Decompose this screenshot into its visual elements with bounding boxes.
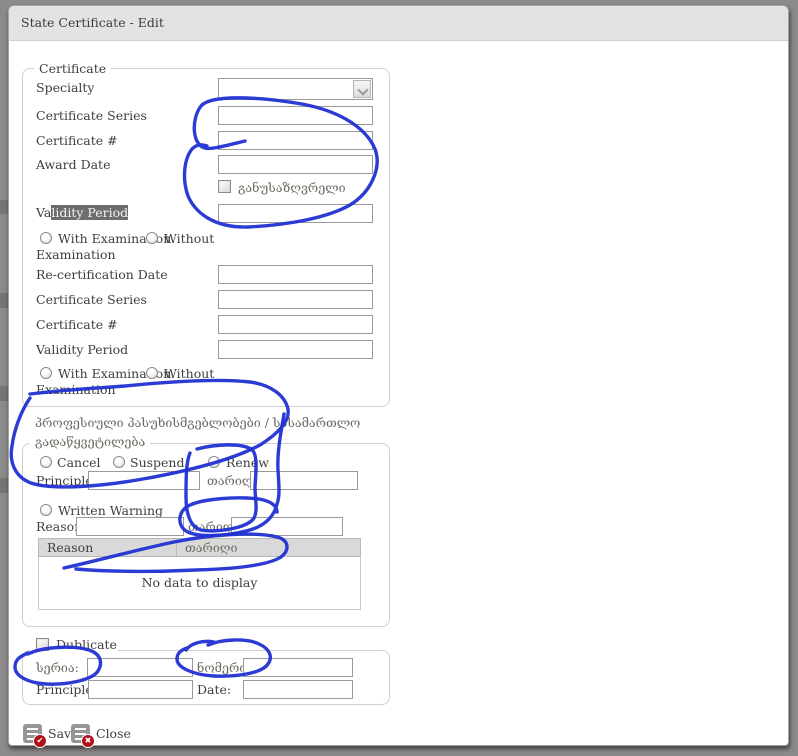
without-examination-radio[interactable]	[146, 232, 158, 244]
specialty-label: Specialty	[36, 80, 95, 95]
certificate-number2-input[interactable]	[218, 315, 373, 334]
background-row-band	[0, 293, 8, 308]
recertification-date-label: Re-certification Date	[36, 267, 168, 282]
reason-table: Reason თარიღი No data to display	[38, 538, 361, 610]
reason-input[interactable]	[76, 517, 184, 536]
with-examination-radio[interactable]	[40, 232, 52, 244]
principles-input[interactable]	[88, 471, 200, 490]
award-date-input[interactable]	[218, 155, 373, 174]
reason-table-header: Reason თარიღი	[38, 538, 361, 557]
chevron-down-icon	[357, 84, 368, 95]
written-warning-radio[interactable]	[40, 504, 52, 516]
certificate-series-input[interactable]	[218, 106, 373, 125]
validity-period-input[interactable]	[218, 204, 373, 223]
close-button-label: Close	[96, 726, 131, 741]
reason-date-input[interactable]	[231, 517, 343, 536]
certificate-legend: Certificate	[34, 61, 111, 76]
close-document-icon: ✖	[71, 724, 90, 743]
empty-table-message: No data to display	[39, 575, 360, 590]
certificate-number-label: Certificate #	[36, 133, 118, 148]
award-date-label: Award Date	[36, 157, 110, 172]
without-examination2-radio[interactable]	[146, 367, 158, 379]
duplicate-date-input[interactable]	[243, 680, 353, 699]
recertification-date-input[interactable]	[218, 265, 373, 284]
without-examination2-label: Without	[164, 366, 214, 381]
written-warning-label: Written Warning	[58, 503, 163, 518]
suspend-label: Suspend	[130, 455, 184, 470]
close-button[interactable]: ✖ Close	[71, 720, 131, 746]
without-examination2-label-wrap: Examination	[36, 382, 116, 397]
specialty-select[interactable]	[218, 78, 373, 100]
duplicate-date-label: Date:	[197, 682, 231, 697]
seria-input[interactable]	[87, 658, 193, 677]
suspend-radio[interactable]	[113, 456, 125, 468]
certificate-number2-label: Certificate #	[36, 317, 118, 332]
save-document-icon: ✔	[23, 724, 42, 743]
date-column-header[interactable]: თარიღი	[176, 539, 238, 556]
certificate-series2-input[interactable]	[218, 290, 373, 309]
validity-period2-label: Validity Period	[36, 342, 128, 357]
seria-label: სერია:	[36, 660, 79, 675]
principles-date-input[interactable]	[250, 471, 358, 490]
validity-period2-input[interactable]	[218, 340, 373, 359]
certificate-series2-label: Certificate Series	[36, 292, 147, 307]
with-examination2-radio[interactable]	[40, 367, 52, 379]
nomeri-input[interactable]	[243, 658, 353, 677]
certificate-series-label: Certificate Series	[36, 108, 147, 123]
close-x-icon: ✖	[81, 734, 95, 748]
background-row-band	[0, 200, 8, 214]
duplicate-principles-input[interactable]	[88, 680, 193, 699]
dialog-title: State Certificate - Edit	[21, 15, 164, 30]
without-examination-label-wrap: Examination	[36, 247, 116, 262]
renew-label: Renew	[226, 455, 269, 470]
cancel-label: Cancel	[57, 455, 100, 470]
without-examination-label: Without	[164, 231, 214, 246]
renew-radio[interactable]	[208, 456, 220, 468]
duplicate-label: Dublicate	[56, 637, 117, 652]
validity-label-plain: Va	[36, 205, 51, 220]
reason-table-body: No data to display	[38, 557, 361, 610]
dialog-title-bar[interactable]: State Certificate - Edit	[9, 6, 788, 41]
indefinite-label: განუსაზღვრელი	[238, 180, 346, 195]
validity-period-label: Validity Period	[36, 205, 128, 220]
save-check-icon: ✔	[33, 734, 47, 748]
duplicate-checkbox[interactable]	[36, 638, 49, 651]
page-background: State Certificate - Edit Certificate Spe…	[0, 0, 798, 756]
liability-legend-line2: გადაწყვეტილება	[30, 434, 150, 449]
background-row-band	[0, 386, 8, 401]
liability-legend-line1: პროფესიული პასუხისმგებლობები / სასამართლ…	[35, 415, 360, 430]
cancel-radio[interactable]	[40, 456, 52, 468]
reason-column-header[interactable]: Reason	[47, 540, 93, 556]
dropdown-button[interactable]	[353, 80, 371, 98]
validity-label-selected-text: lidity Period	[51, 205, 128, 220]
background-row-band	[0, 478, 8, 493]
indefinite-checkbox[interactable]	[218, 180, 231, 193]
certificate-number-input[interactable]	[218, 131, 373, 150]
